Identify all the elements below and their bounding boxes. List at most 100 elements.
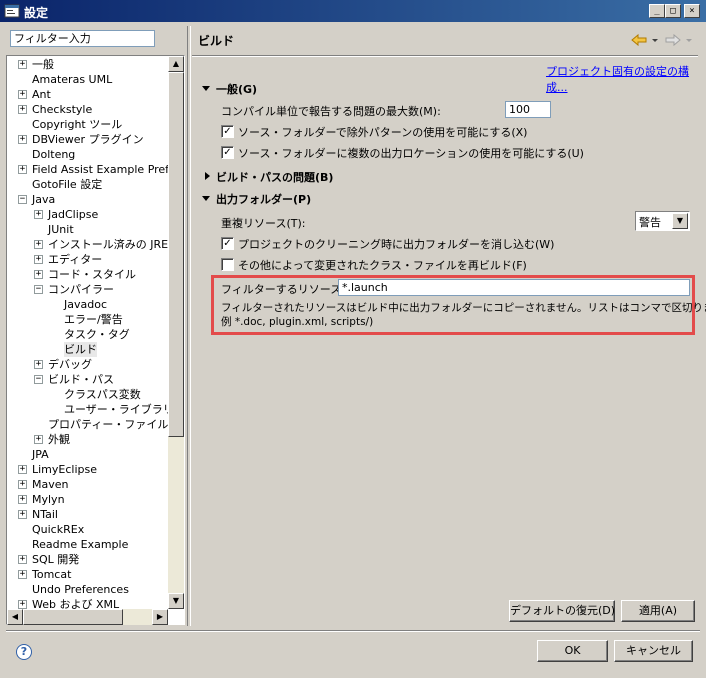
expand-icon[interactable]: + — [18, 90, 27, 99]
tree-item[interactable]: デバッグ — [48, 357, 92, 372]
exclusion-patterns-checkbox[interactable]: ✓ — [221, 125, 234, 138]
page-title: ビルド — [198, 34, 235, 48]
expand-icon[interactable]: + — [18, 165, 27, 174]
scroll-right-arrow-icon[interactable]: ▶ — [152, 609, 168, 625]
duplicate-resource-label: 重複リソース(T): — [221, 217, 306, 230]
tree-item[interactable]: Maven — [32, 477, 68, 492]
rebuild-class-checkbox[interactable] — [221, 258, 234, 271]
tree-item[interactable]: 一般 — [32, 57, 54, 72]
tree-item[interactable]: JUnit — [48, 222, 74, 237]
tree-item[interactable]: Mylyn — [32, 492, 65, 507]
panel-divider[interactable] — [187, 26, 191, 626]
tree-item[interactable]: Readme Example — [32, 537, 128, 552]
tree-item[interactable]: Field Assist Example Prefe — [32, 162, 176, 177]
forward-dropdown-icon[interactable] — [686, 39, 692, 42]
title-bar[interactable]: 設定 _ □ × — [0, 0, 706, 22]
expand-icon[interactable]: + — [18, 60, 27, 69]
tree-horizontal-scrollbar[interactable]: ◀ ▶ — [7, 609, 168, 625]
tree-item[interactable]: Java — [32, 192, 55, 207]
tree-item[interactable]: Amateras UML — [32, 72, 112, 87]
tree-item[interactable]: ビルド・パス — [48, 372, 114, 387]
filtered-resources-input[interactable]: *.launch — [338, 279, 690, 296]
project-settings-link[interactable]: プロジェクト固有の設定の構成... — [546, 63, 706, 95]
collapse-icon[interactable]: − — [18, 195, 27, 204]
collapse-icon[interactable]: − — [34, 285, 43, 294]
tree-item[interactable]: SQL 開発 — [32, 552, 79, 567]
tree-item[interactable]: Dolteng — [32, 147, 75, 162]
apply-button[interactable]: 適用(A) — [621, 600, 695, 622]
restore-defaults-button[interactable]: デフォルトの復元(D) — [509, 600, 615, 622]
max-problems-input[interactable]: 100 — [505, 101, 551, 118]
back-dropdown-icon[interactable] — [652, 39, 658, 42]
duplicate-resource-value: 警告 — [639, 216, 661, 229]
scroll-thumb[interactable] — [168, 72, 184, 437]
section-buildpath-heading[interactable]: ビルド・パスの問題(B) — [216, 169, 333, 185]
back-arrow-icon[interactable] — [631, 33, 647, 47]
tree-item[interactable]: タスク・タグ — [64, 327, 130, 342]
expand-icon[interactable]: + — [18, 555, 27, 564]
tree-item[interactable]: JadClipse — [48, 207, 98, 222]
filter-input[interactable]: フィルター入力 — [10, 30, 155, 47]
tree-item[interactable]: DBViewer プラグイン — [32, 132, 144, 147]
tree-item[interactable]: 外観 — [48, 432, 70, 447]
minimize-button[interactable]: _ — [649, 4, 665, 18]
expand-icon[interactable]: + — [18, 570, 27, 579]
scroll-down-arrow-icon[interactable]: ▼ — [168, 593, 184, 609]
close-button[interactable]: × — [684, 4, 700, 18]
expanded-arrow-icon[interactable] — [202, 84, 211, 93]
tree-item[interactable]: ビルド — [64, 342, 97, 357]
expand-icon[interactable]: + — [18, 510, 27, 519]
ok-button[interactable]: OK — [537, 640, 608, 662]
tree-item[interactable]: NTail — [32, 507, 58, 522]
expand-icon[interactable]: + — [18, 105, 27, 114]
tree-item[interactable]: QuickREx — [32, 522, 84, 537]
expand-icon[interactable]: + — [34, 435, 43, 444]
expand-icon[interactable]: + — [34, 240, 43, 249]
tree-item[interactable]: GotoFile 設定 — [32, 177, 102, 192]
tree-item[interactable]: インストール済みの JRE — [48, 237, 168, 252]
expand-icon[interactable]: + — [18, 480, 27, 489]
help-icon[interactable]: ? — [16, 644, 32, 660]
tree-item[interactable]: LimyEclipse — [32, 462, 97, 477]
expand-icon[interactable]: + — [18, 600, 27, 609]
tree-item[interactable]: クラスパス変数 — [64, 387, 141, 402]
tree-item[interactable]: Tomcat — [32, 567, 71, 582]
section-output-heading[interactable]: 出力フォルダー(P) — [216, 191, 311, 207]
hscroll-thumb[interactable] — [23, 609, 123, 625]
tree-item[interactable]: Checkstyle — [32, 102, 92, 117]
tree-item[interactable]: エディター — [48, 252, 102, 267]
expand-icon[interactable]: + — [18, 465, 27, 474]
cancel-button[interactable]: キャンセル — [614, 640, 693, 662]
preference-tree[interactable]: 一般 + Amateras UML Ant + Checkstyle + Copyright … — [6, 55, 185, 625]
tree-item[interactable]: Ant — [32, 87, 51, 102]
collapsed-arrow-icon[interactable] — [203, 172, 212, 181]
tree-item[interactable]: コンパイラー — [48, 282, 114, 297]
multiple-output-checkbox[interactable]: ✓ — [221, 146, 234, 159]
expand-icon[interactable]: + — [34, 255, 43, 264]
tree-item[interactable]: Javadoc — [64, 297, 107, 312]
tree-item[interactable]: エラー/警告 — [64, 312, 123, 327]
tree-item[interactable]: Undo Preferences — [32, 582, 129, 597]
tree-item[interactable]: ユーザー・ライブラリー — [64, 402, 184, 417]
forward-arrow-icon[interactable] — [665, 33, 681, 47]
chevron-down-icon[interactable]: ▼ — [672, 213, 688, 229]
tree-item[interactable]: Copyright ツール — [32, 117, 122, 132]
duplicate-resource-select[interactable]: 警告 ▼ — [635, 211, 690, 231]
expand-icon[interactable]: + — [18, 495, 27, 504]
scroll-left-arrow-icon[interactable]: ◀ — [7, 609, 23, 625]
expanded-arrow-icon[interactable] — [202, 194, 211, 203]
tree-item[interactable]: プロパティー・ファイル・エデ — [48, 417, 184, 432]
expand-icon[interactable]: + — [34, 360, 43, 369]
settings-window-icon — [4, 4, 20, 18]
scrub-output-checkbox[interactable]: ✓ — [221, 237, 234, 250]
expand-icon[interactable]: + — [18, 135, 27, 144]
tree-item[interactable]: コード・スタイル — [48, 267, 136, 282]
collapse-icon[interactable]: − — [34, 375, 43, 384]
tree-item[interactable]: JPA — [32, 447, 49, 462]
expand-icon[interactable]: + — [34, 210, 43, 219]
scroll-up-arrow-icon[interactable]: ▲ — [168, 56, 184, 72]
expand-icon[interactable]: + — [34, 270, 43, 279]
maximize-button[interactable]: □ — [665, 4, 681, 18]
tree-vertical-scrollbar[interactable]: ▲ ▼ — [168, 56, 184, 609]
section-general-heading[interactable]: 一般(G) — [216, 81, 257, 97]
